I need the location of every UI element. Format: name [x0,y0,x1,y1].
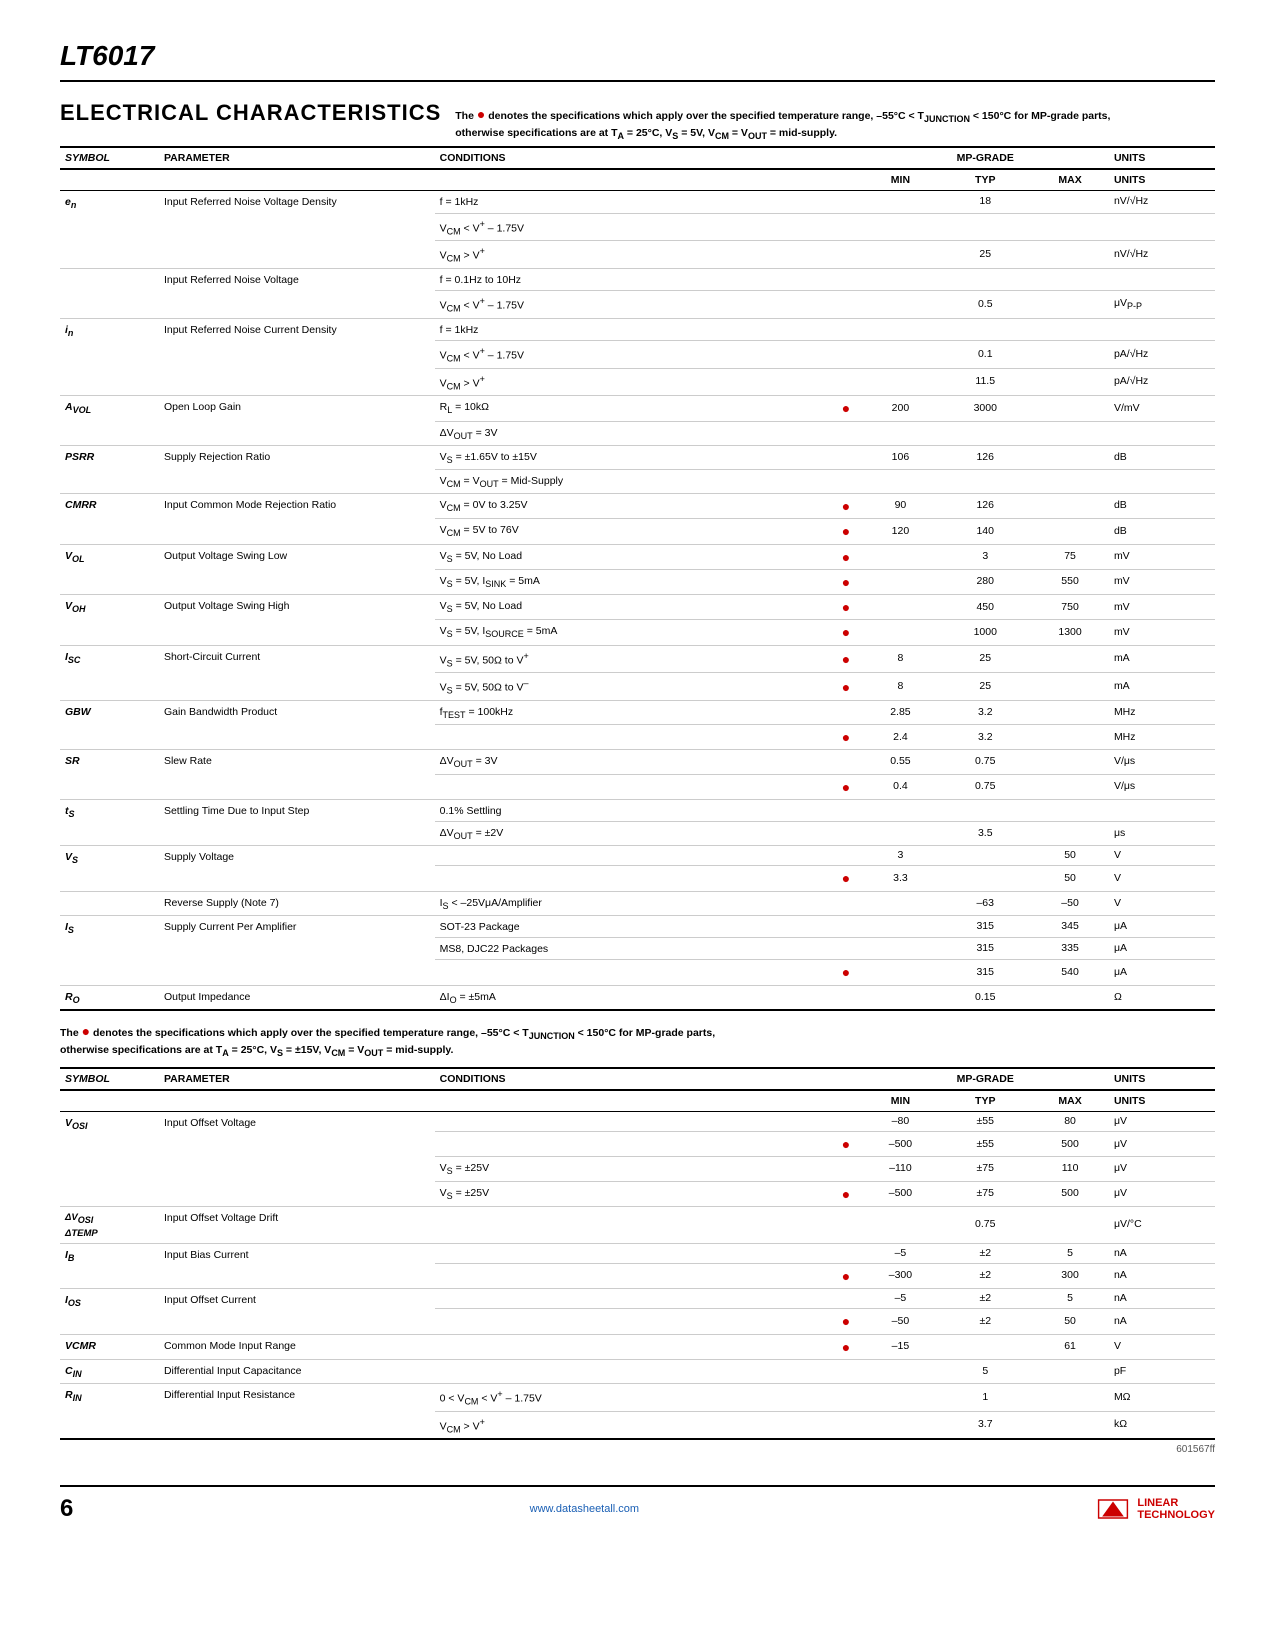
col-header-symbol2 [60,169,159,191]
col-header-max: MAX [1031,169,1109,191]
section-desc: The ● denotes the specifications which a… [455,100,1155,142]
table-row: RIN Differential Input Resistance 0 < VC… [60,1384,1215,1412]
col-header-param: PARAMETER [159,147,435,169]
doc-number: 601567ff [60,1444,1215,1455]
table-row: VS Supply Voltage 350V [60,846,1215,866]
table-row: CMRR Input Common Mode Rejection Ratio V… [60,493,1215,518]
section-title: ELECTRICAL CHARACTERISTICS [60,100,441,126]
table-row: IOS Input Offset Current –5±25nA [60,1289,1215,1309]
col2-header-dot [830,1068,861,1090]
table-row: IB Input Bias Current –5±25nA [60,1243,1215,1263]
table-row: VOH Output Voltage Swing High VS = 5V, N… [60,595,1215,620]
col2-header-param: PARAMETER [159,1068,435,1090]
table-row: ISC Short-Circuit Current VS = 5V, 50Ω t… [60,645,1215,673]
col-header-dot [830,147,861,169]
col2-header-units: UNITS [1109,1068,1215,1090]
section-header: ELECTRICAL CHARACTERISTICS The ● denotes… [60,100,1215,142]
characteristics-table-1: SYMBOL PARAMETER CONDITIONS MP-GRADE UNI… [60,146,1215,1010]
table-row: IS Supply Current Per Amplifier SOT-23 P… [60,915,1215,937]
table-row: VOSI Input Offset Voltage –80±5580μV [60,1111,1215,1131]
col-header-cond: CONDITIONS [435,147,831,169]
footer-url: www.datasheetall.com [530,1503,639,1515]
table-row: en Input Referred Noise Voltage Density … [60,191,1215,213]
table-row: CIN Differential Input Capacitance 5pF [60,1359,1215,1383]
table-row: AVOL Open Loop Gain RL = 10kΩ ●2003000V/… [60,396,1215,421]
table-row: PSRR Supply Rejection Ratio VS = ±1.65V … [60,445,1215,469]
col2-header-min: MIN [862,1090,940,1112]
characteristics-table-2: SYMBOL PARAMETER CONDITIONS MP-GRADE UNI… [60,1067,1215,1440]
col-header-param2 [159,169,435,191]
table-row: Input Referred Noise Voltage f = 0.1Hz t… [60,268,1215,290]
table-row: ΔVOSIΔTEMP Input Offset Voltage Drift 0.… [60,1206,1215,1243]
col-header-dot2 [830,169,861,191]
table-row: VOL Output Voltage Swing Low VS = 5V, No… [60,544,1215,569]
col-header-cond2 [435,169,831,191]
table-row: Reverse Supply (Note 7) IS < –25VμA/Ampl… [60,891,1215,915]
col-header-units: UNITS [1109,147,1215,169]
table-row: SR Slew Rate ΔVOUT = 3V 0.550.75V/μs [60,750,1215,774]
col2-mp-grade: MP-GRADE [862,1068,1109,1090]
table-row: GBW Gain Bandwidth Product fTEST = 100kH… [60,701,1215,725]
col-header-min: MIN [862,169,940,191]
col2-header-cond: CONDITIONS [435,1068,831,1090]
col2-header-max: MAX [1031,1090,1109,1112]
col2-header-units2: UNITS [1109,1090,1215,1112]
table-row: in Input Referred Noise Current Density … [60,318,1215,340]
table-row: tS Settling Time Due to Input Step 0.1% … [60,799,1215,821]
note-footer: The ● denotes the specifications which a… [60,1021,1215,1061]
col2-header-symbol: SYMBOL [60,1068,159,1090]
page-number: 6 [60,1495,73,1523]
table-row: VCMR Common Mode Input Range ●–1561V [60,1334,1215,1359]
footer: 6 www.datasheetall.com LINEARTECHNOLOGY [60,1485,1215,1523]
col2-header-typ: TYP [939,1090,1031,1112]
table-row: RO Output Impedance ΔIO = ±5mA 0.15Ω [60,985,1215,1010]
mp-grade-header: MP-GRADE [862,147,1109,169]
footer-logo: LINEARTECHNOLOGY [1095,1495,1215,1523]
col-header-typ: TYP [939,169,1031,191]
col-header-units2: UNITS [1109,169,1215,191]
col-header-symbol: SYMBOL [60,147,159,169]
doc-title: LT6017 [60,40,1215,82]
